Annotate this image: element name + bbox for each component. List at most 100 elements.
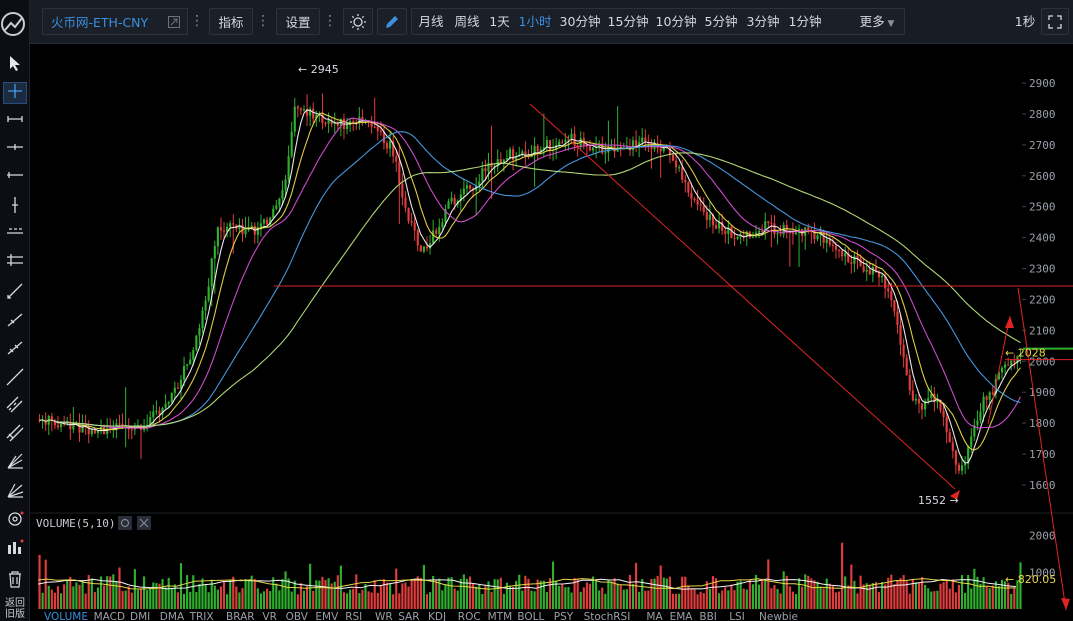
indicator-tab[interactable]: VOLUME bbox=[44, 612, 88, 621]
volume-bar bbox=[924, 584, 927, 609]
volume-bar bbox=[213, 585, 216, 609]
draw-toggle-button[interactable] bbox=[377, 8, 407, 35]
chart-area[interactable]: 2900 2800 2700 2600 2500 2400 2300 2200 2100 2000… bbox=[30, 44, 1073, 612]
segment-tool-icon[interactable] bbox=[3, 112, 27, 134]
indicator-tab[interactable]: DMA bbox=[160, 612, 184, 621]
candle-body bbox=[281, 189, 284, 199]
volume-bar bbox=[610, 581, 613, 609]
volume-bar bbox=[607, 579, 610, 609]
candle-body bbox=[917, 398, 921, 404]
indicator-tab[interactable]: KDJ bbox=[428, 612, 446, 621]
indicator-tab[interactable]: LSI bbox=[729, 612, 745, 621]
volume-bar bbox=[182, 593, 186, 609]
candle-body bbox=[902, 344, 905, 358]
candle-body bbox=[807, 227, 810, 231]
candle-body bbox=[591, 147, 595, 151]
indicator-tab[interactable]: DMI bbox=[130, 612, 150, 621]
indicator-tab[interactable]: StochRSI bbox=[584, 612, 631, 621]
fullscreen-button[interactable] bbox=[1041, 8, 1069, 35]
theme-toggle-button[interactable] bbox=[343, 8, 373, 35]
indicator-tab[interactable]: BOLL bbox=[517, 612, 544, 621]
volume-bar bbox=[146, 590, 149, 609]
volume-bar bbox=[392, 594, 395, 609]
candle-body bbox=[954, 450, 957, 465]
volume-bar bbox=[730, 584, 733, 609]
indicator-tab[interactable]: PSY bbox=[554, 612, 573, 621]
period-tab[interactable]: 周线 bbox=[449, 8, 485, 35]
extended-line-icon[interactable] bbox=[3, 368, 27, 390]
candle-body bbox=[505, 158, 509, 160]
period-tab[interactable]: 5分钟 bbox=[700, 8, 742, 35]
candle-body bbox=[899, 324, 902, 345]
more-periods-dropdown[interactable]: 更多 ▼ bbox=[852, 8, 902, 35]
candle-body bbox=[844, 253, 847, 257]
symbol-selector[interactable]: 火币网-ETH-CNY bbox=[42, 8, 188, 35]
indicator-tab[interactable]: EMA bbox=[670, 612, 693, 621]
pitchfork-icon[interactable] bbox=[3, 424, 27, 446]
price-line-icon[interactable] bbox=[3, 224, 27, 246]
cursor-arrow-icon[interactable] bbox=[3, 55, 27, 77]
period-tab[interactable]: 10分钟 bbox=[652, 8, 700, 35]
indicator-tab[interactable]: MACD bbox=[94, 612, 125, 621]
volume-bar bbox=[914, 582, 917, 609]
horizontal-ray-icon[interactable] bbox=[3, 168, 27, 190]
indicator-tab[interactable]: MTM bbox=[488, 612, 513, 621]
volume-bar bbox=[198, 583, 201, 609]
trend-angle-icon[interactable] bbox=[3, 310, 27, 332]
old-version-link[interactable]: 返回 旧版 bbox=[0, 598, 30, 620]
indicators-more-icon[interactable]: ⋮ bbox=[256, 8, 270, 35]
indicators-button[interactable]: 指标 bbox=[209, 8, 253, 35]
indicator-tab[interactable]: ROC bbox=[458, 612, 481, 621]
horizontal-line-icon[interactable] bbox=[3, 140, 27, 162]
fib-spiral-icon[interactable] bbox=[3, 510, 27, 532]
volume-bar bbox=[373, 580, 376, 609]
volume-bar bbox=[75, 582, 78, 609]
parallel-lines-icon[interactable] bbox=[3, 252, 27, 274]
volume-bar bbox=[81, 580, 84, 609]
volume-bar bbox=[601, 587, 604, 609]
period-tab[interactable]: 15分钟 bbox=[604, 8, 652, 35]
indicator-tab[interactable]: SAR bbox=[398, 612, 419, 621]
trend-line-icon[interactable] bbox=[3, 282, 27, 304]
settings-button[interactable]: 设置 bbox=[276, 8, 320, 35]
indicator-tab[interactable]: BRAR bbox=[226, 612, 255, 621]
period-tab[interactable]: 1天 bbox=[485, 8, 514, 35]
volume-bar bbox=[84, 593, 87, 609]
volume-bar bbox=[831, 585, 834, 609]
indicator-tab[interactable]: VR bbox=[262, 612, 276, 621]
volume-bar bbox=[681, 576, 684, 609]
refresh-interval[interactable]: 1秒 bbox=[1010, 8, 1040, 35]
trash-icon[interactable] bbox=[3, 570, 27, 592]
fib-line-icon[interactable] bbox=[3, 338, 27, 360]
settings-more-icon[interactable]: ⋮ bbox=[323, 8, 337, 35]
indicator-tab[interactable]: EMV bbox=[315, 612, 338, 621]
fib-fan-icon[interactable] bbox=[3, 482, 27, 504]
symbol-search-icon[interactable] bbox=[168, 16, 180, 28]
period-tab[interactable]: 1分钟 bbox=[784, 8, 826, 35]
crosshair-icon[interactable] bbox=[3, 82, 27, 104]
indicator-tab[interactable]: WR bbox=[375, 612, 393, 621]
symbol-more-icon[interactable]: ⋮ bbox=[190, 8, 204, 35]
gann-fan-icon[interactable] bbox=[3, 452, 27, 474]
period-tab[interactable]: 30分钟 bbox=[556, 8, 604, 35]
volume-bar bbox=[425, 594, 429, 609]
indicator-tab[interactable]: BBI bbox=[699, 612, 717, 621]
indicator-tab[interactable]: MA bbox=[646, 612, 662, 621]
indicator-tab[interactable]: RSI bbox=[345, 612, 362, 621]
volume-bar bbox=[957, 584, 961, 609]
volume-bar bbox=[619, 585, 622, 609]
indicator-tab[interactable]: TRIX bbox=[190, 612, 214, 621]
period-tab[interactable]: 3分钟 bbox=[742, 8, 784, 35]
parallel-channel-icon[interactable] bbox=[3, 396, 27, 418]
period-tab[interactable]: 月线 bbox=[413, 8, 449, 35]
candle-body bbox=[561, 141, 564, 143]
vertical-line-icon[interactable] bbox=[3, 196, 27, 218]
volume-bar bbox=[256, 588, 259, 609]
magnet-icon[interactable] bbox=[3, 538, 27, 560]
indicator-tab[interactable]: Newbie bbox=[759, 612, 798, 621]
volume-bar bbox=[450, 577, 453, 609]
y-tick-label: 2800 bbox=[1029, 108, 1056, 121]
period-tab[interactable]: 1小时 bbox=[514, 8, 556, 35]
indicator-tab[interactable]: OBV bbox=[286, 612, 308, 621]
candle-body bbox=[56, 425, 60, 428]
